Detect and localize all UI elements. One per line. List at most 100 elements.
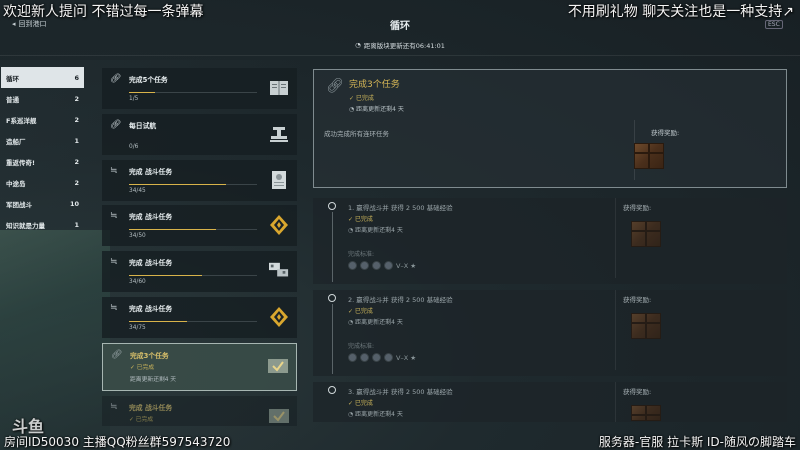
task-title: 每日试航 xyxy=(129,121,157,130)
task-card[interactable]: ≒ 完成 战斗任务 34/75 xyxy=(102,296,297,338)
ship-class-icon xyxy=(360,261,369,270)
gold-ribbon-icon xyxy=(269,306,289,327)
subtask-done-status: ✓ 已完成 xyxy=(348,216,373,223)
flag-icon: ≒ xyxy=(110,302,118,313)
anchor-stack-icon xyxy=(269,124,289,144)
task-card[interactable]: ≒ 完成 战斗任务 34/45 xyxy=(102,159,297,201)
subtask-connector xyxy=(332,212,333,282)
esc-close-button[interactable]: ESC xyxy=(765,20,783,29)
detail-time-remaining: ◔ 距离更新还剩4 天 xyxy=(349,106,404,113)
task-card-selected[interactable]: 🔗︎ 完成3个任务 ✓ 已完成 距离更新还剩4 天 xyxy=(102,342,297,391)
category-count: 10 xyxy=(69,199,79,208)
category-count: 1 xyxy=(74,220,79,229)
task-title: 完成 战斗任务 xyxy=(129,167,173,176)
subtask-requirements: V–X ★ xyxy=(348,261,416,270)
task-title: 完成 战斗任务 xyxy=(129,213,173,222)
tier-range: V–X ★ xyxy=(396,353,417,362)
task-progress-text: 34/75 xyxy=(129,324,146,331)
ship-class-icon xyxy=(372,353,381,362)
flags-icon xyxy=(269,261,289,281)
category-count: 2 xyxy=(74,115,79,124)
category-item-shipyard[interactable]: 造船厂 1 xyxy=(1,130,84,151)
gold-ribbon-icon xyxy=(269,215,289,236)
subtask-time-remaining: ◔ 距离更新还剩4 天 xyxy=(348,411,403,418)
reward-crate-icon[interactable] xyxy=(631,405,661,421)
subtask-bullet-icon xyxy=(328,386,336,394)
task-card[interactable]: 🔗︎ 每日试航 0/6 xyxy=(102,113,297,155)
reward-label: 获得奖励: xyxy=(623,296,652,304)
subtask-time-text: 距离更新还剩4 天 xyxy=(355,319,403,326)
task-card-list: 🔗︎ 完成5个任务 1/5 🔗︎ 每日试航 0/6 ≒ 完成 战斗任务 34/4… xyxy=(102,68,297,430)
stream-caption-top-right: 不用刷礼物 聊天关注也是一种支持↗ xyxy=(567,4,794,20)
category-label: 普通 xyxy=(6,95,19,104)
tier-range: V–X ★ xyxy=(396,261,417,270)
category-label: 中途岛 xyxy=(6,179,26,188)
subtask-bullet-icon xyxy=(328,202,336,210)
task-card[interactable]: ≒ 完成 战斗任务 34/50 xyxy=(102,205,297,247)
task-title: 完成3个任务 xyxy=(130,351,169,360)
category-item-f-cruisers[interactable]: F系巡洋舰 2 xyxy=(1,109,84,130)
ship-class-icon xyxy=(360,353,369,362)
ship-class-icon xyxy=(384,261,393,270)
task-card[interactable]: ≒ 完成 战斗任务 34/60 xyxy=(102,251,297,293)
divider xyxy=(615,382,616,422)
subtask-condition-label: 完成标准: xyxy=(348,251,375,258)
subtask-block: 1. 赢得战斗并 获得 2 500 基础经验 ✓ 已完成 ◔ 距离更新还剩4 天… xyxy=(313,198,787,284)
flag-icon: ≒ xyxy=(110,401,118,412)
book-icon xyxy=(269,78,289,98)
subtask-time-text: 距离更新还剩4 天 xyxy=(355,227,403,234)
update-timer: ◔ 距离版块更新还有06:41:01 xyxy=(0,40,800,50)
subtask-done-status: ✓ 已完成 xyxy=(348,308,373,315)
subtask-bullet-icon xyxy=(328,294,336,302)
category-item-knowledge[interactable]: 知识就是力量 1 xyxy=(1,214,84,235)
task-card[interactable]: 🔗︎ 完成5个任务 1/5 xyxy=(102,68,297,109)
category-item-normal[interactable]: 普通 2 xyxy=(1,88,84,109)
detail-title: 完成3个任务 xyxy=(349,80,400,90)
check-box-icon xyxy=(269,406,289,426)
reward-label: 获得奖励: xyxy=(623,204,652,212)
category-label: 重返传奇! xyxy=(6,158,35,167)
task-progress-text: 34/60 xyxy=(129,279,146,286)
task-done-status: ✓ 已完成 xyxy=(130,364,155,371)
category-label: 知识就是力量 xyxy=(6,221,45,230)
ship-class-icon xyxy=(372,261,381,270)
reward-label: 获得奖励: xyxy=(651,129,680,137)
category-count: 2 xyxy=(74,178,79,187)
task-time-remaining: 距离更新还剩4 天 xyxy=(130,376,177,383)
task-progress-bar xyxy=(129,183,257,185)
category-item-legends-return[interactable]: 重返传奇! 2 xyxy=(1,151,84,172)
detail-time-text: 距离更新还剩4 天 xyxy=(356,106,404,113)
reward-crate-icon[interactable] xyxy=(631,221,661,247)
task-progress-text: 34/50 xyxy=(129,233,146,240)
subtask-requirements: V–X ★ xyxy=(348,353,416,362)
header-divider xyxy=(0,55,800,56)
category-item-cycle[interactable]: 循环 6 xyxy=(1,67,84,88)
subtask-done-status: ✓ 已完成 xyxy=(348,400,373,407)
link-icon: 🔗︎ xyxy=(111,349,123,360)
task-title: 完成 战斗任务 xyxy=(129,403,173,412)
subtask-time-remaining: ◔ 距离更新还剩4 天 xyxy=(348,319,403,326)
task-title: 完成 战斗任务 xyxy=(129,304,173,313)
category-item-midway[interactable]: 中途岛 2 xyxy=(1,172,84,193)
reward-crate-icon[interactable] xyxy=(631,313,661,339)
task-progress-bar xyxy=(129,229,257,231)
flag-icon: ≒ xyxy=(110,257,118,268)
task-title: 完成 战斗任务 xyxy=(129,259,173,268)
flag-icon: ≒ xyxy=(110,211,118,222)
detail-done-status: ✓ 已完成 xyxy=(349,95,374,102)
reward-crate-icon[interactable] xyxy=(634,143,664,169)
category-item-clan-battles[interactable]: 军团战斗 10 xyxy=(1,193,84,214)
flag-icon: ≒ xyxy=(110,165,118,176)
task-progress-text: 0/6 xyxy=(129,143,139,150)
task-progress-text: 34/45 xyxy=(129,187,146,194)
task-title: 完成5个任务 xyxy=(129,76,168,84)
ship-class-icon xyxy=(348,353,357,362)
subtask-time-remaining: ◔ 距离更新还剩4 天 xyxy=(348,227,403,234)
task-card[interactable]: ≒ 完成 战斗任务 ✓ 已完成 xyxy=(102,395,297,426)
category-count: 1 xyxy=(74,136,79,145)
ship-class-icon xyxy=(348,261,357,270)
subtask-connector xyxy=(332,304,333,374)
category-sidebar: 循环 6 普通 2 F系巡洋舰 2 造船厂 1 重返传奇! 2 中途岛 2 军团… xyxy=(1,67,84,235)
category-label: 军团战斗 xyxy=(6,200,32,209)
stream-caption-top-left: 欢迎新人提问 不错过每一条弹幕 xyxy=(3,4,204,20)
